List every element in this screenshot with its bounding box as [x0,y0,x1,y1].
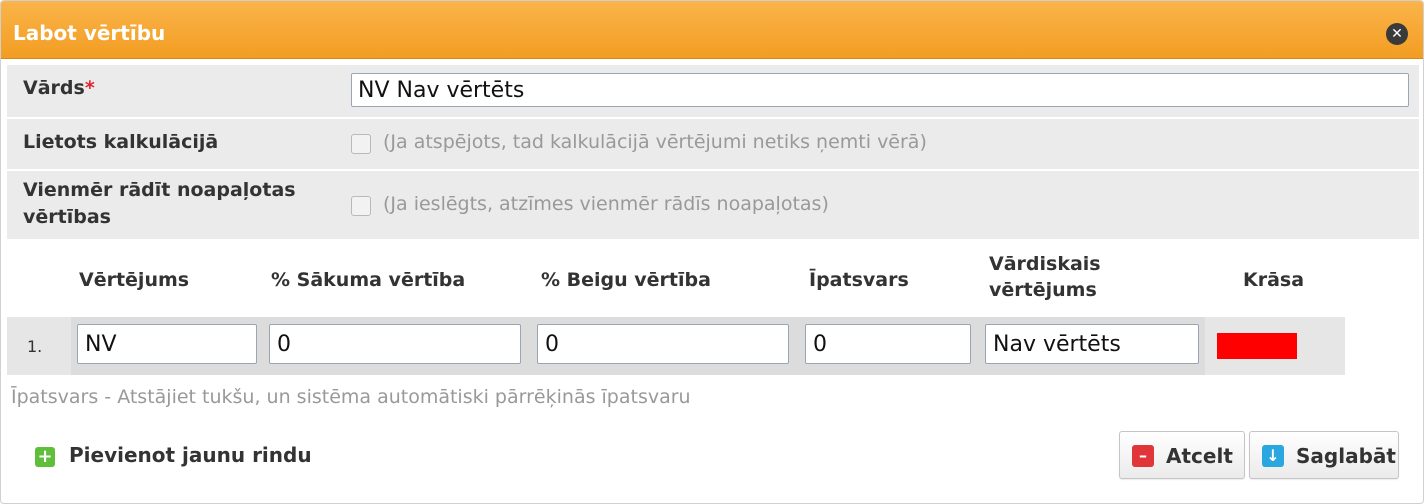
end-value-input[interactable] [537,324,789,364]
used-in-calc-checkbox[interactable] [351,134,371,154]
always-rounded-checkbox[interactable] [351,196,371,216]
add-row-label: Pievienot jaunu rindu [69,443,312,467]
grade-cell [71,317,263,375]
save-button-label: Saglabāt [1296,444,1396,468]
column-header-end: % Beigu vērtība [541,269,711,291]
weight-cell [799,317,979,375]
start-value-input[interactable] [269,324,521,364]
weight-input[interactable] [805,324,971,364]
verbal-cell [979,317,1205,375]
edit-value-dialog: Labot vērtību ✕ Vārds* Lietots kalkulāci… [0,0,1424,504]
used-in-calc-value-cell: (Ja atspējots, tad kalkulācijā vērtējumi… [337,119,1419,169]
name-value-cell [337,65,1419,117]
used-in-calc-row: Lietots kalkulācijā (Ja atspējots, tad k… [7,119,1419,169]
name-input[interactable] [351,73,1409,107]
always-rounded-label: Vienmēr rādīt noapaļotas vērtības [7,171,337,239]
column-header-verbal-line2: vērtējums [989,279,1097,301]
dialog-titlebar[interactable]: Labot vērtību ✕ [1,1,1423,59]
column-header-verbal: Vārdiskais vērtējums [989,251,1101,303]
row-number: 1. [27,337,43,356]
always-rounded-row: Vienmēr rādīt noapaļotas vērtības (Ja ie… [7,171,1419,239]
name-label-text: Vārds [23,77,85,99]
column-header-color: Krāsa [1243,269,1305,291]
always-rounded-value-cell: (Ja ieslēgts, atzīmes vienmēr rādīs noap… [337,171,1419,239]
column-header-verbal-line1: Vārdiskais [989,253,1101,275]
color-swatch[interactable] [1217,333,1297,359]
end-cell [531,317,799,375]
column-header-start: % Sākuma vērtība [271,269,466,291]
used-in-calc-label: Lietots kalkulācijā [7,119,337,169]
always-rounded-label-line1: Vienmēr rādīt noapaļotas [23,179,296,201]
dialog-title: Labot vērtību [13,21,166,45]
table-row: 1. [7,317,1345,375]
always-rounded-hint: (Ja ieslēgts, atzīmes vienmēr rādīs noap… [383,193,829,215]
close-icon[interactable]: ✕ [1386,23,1408,45]
verbal-grade-input[interactable] [985,324,1199,364]
minus-icon: – [1132,445,1154,467]
cancel-button[interactable]: – Atcelt [1119,431,1245,479]
start-cell [263,317,531,375]
grade-input[interactable] [77,324,257,364]
cancel-button-label: Atcelt [1166,444,1233,468]
required-marker: * [84,77,95,99]
name-label: Vārds* [7,65,337,117]
used-in-calc-hint: (Ja atspējots, tad kalkulācijā vērtējumi… [383,131,927,153]
column-header-grade: Vērtējums [79,269,190,291]
always-rounded-label-line2: vērtības [23,206,111,228]
weight-footnote: Īpatsvars - Atstājiet tukšu, un sistēma … [11,386,691,408]
name-row: Vārds* [7,65,1419,117]
save-button[interactable]: ↓ Saglabāt [1249,431,1399,479]
plus-icon: + [35,447,55,467]
column-header-weight: Īpatsvars [809,269,909,291]
download-arrow-icon: ↓ [1262,445,1284,467]
grades-table-header: Vērtējums % Sākuma vērtība % Beigu vērtī… [7,241,1419,315]
